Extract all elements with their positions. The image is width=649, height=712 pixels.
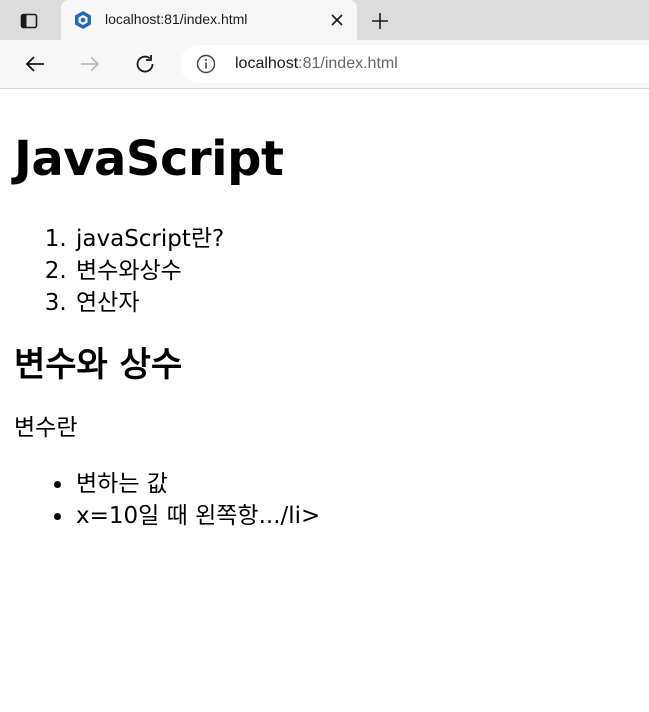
list-item: 변하는 값: [74, 468, 635, 500]
browser-toolbar: localhost:81/index.html: [0, 40, 649, 89]
refresh-icon: [136, 55, 154, 73]
forward-button[interactable]: [74, 50, 106, 78]
address-bar[interactable]: localhost:81/index.html: [180, 45, 649, 83]
url-host: localhost: [235, 55, 299, 72]
toc-item: javaScript란?: [74, 223, 635, 255]
url-text[interactable]: localhost:81/index.html: [235, 55, 398, 73]
close-tab-button[interactable]: [325, 8, 349, 32]
list-item: x=10일 때 왼쪽항.../li>: [74, 500, 635, 532]
page-heading: JavaScript: [14, 131, 284, 187]
table-of-contents: javaScript란? 변수와상수 연산자: [14, 223, 635, 319]
plus-icon: [372, 13, 388, 29]
tab-title: localhost:81/index.html: [105, 11, 248, 27]
refresh-button[interactable]: [129, 50, 161, 78]
back-button[interactable]: [19, 50, 51, 78]
browser-tab[interactable]: localhost:81/index.html: [61, 0, 357, 40]
section-heading: 변수와 상수: [14, 345, 183, 385]
info-icon[interactable]: [196, 54, 216, 74]
tab-strip: localhost:81/index.html: [0, 0, 649, 40]
toc-item: 변수와상수: [74, 255, 635, 287]
back-arrow-icon: [25, 56, 44, 72]
bullet-list: 변하는 값 x=10일 때 왼쪽항.../li>: [14, 468, 635, 532]
new-tab-button[interactable]: [366, 8, 394, 34]
tab-actions-button[interactable]: [8, 8, 50, 34]
section-paragraph: 변수란: [14, 415, 78, 441]
toc-item: 연산자: [74, 287, 635, 319]
tab-actions-icon: [20, 13, 38, 29]
url-path: :81/index.html: [298, 55, 398, 72]
close-icon: [331, 14, 343, 26]
forward-arrow-icon: [81, 56, 100, 72]
site-favicon-icon: [75, 11, 91, 29]
page-content: JavaScript javaScript란? 변수와상수 연산자 변수와 상수…: [0, 89, 649, 532]
